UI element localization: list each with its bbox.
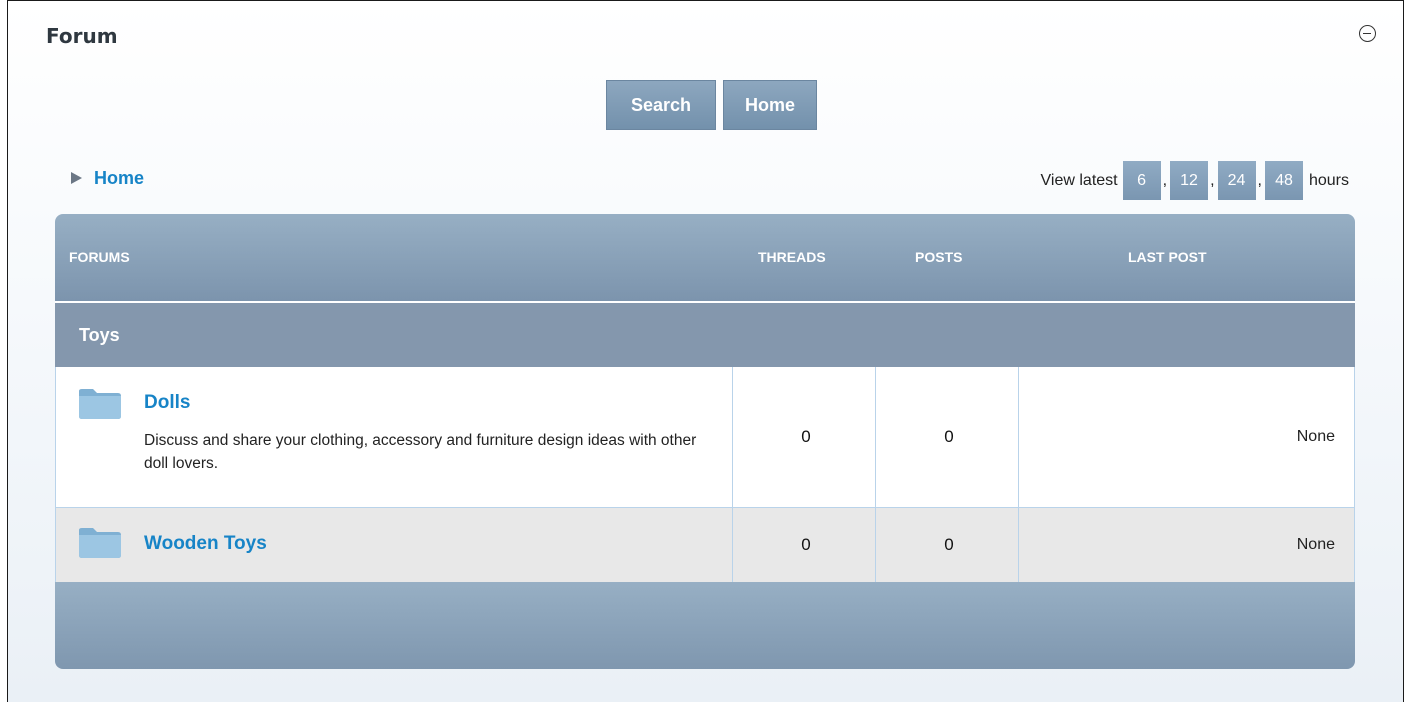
category-row: Toys: [55, 301, 1355, 367]
table-footer: [55, 582, 1355, 669]
latest-48-hours-button[interactable]: 48: [1264, 161, 1303, 200]
last-post: None: [1018, 508, 1355, 582]
posts-count: 0: [875, 367, 1018, 507]
forum-cell: Wooden Toys: [56, 508, 732, 582]
latest-6-hours-button[interactable]: 6: [1122, 161, 1161, 200]
triangle-right-icon: [71, 172, 82, 184]
forum-module: Forum Search Home Home View latest 6 , 1…: [7, 0, 1404, 702]
minus-circle-icon[interactable]: [1359, 25, 1376, 42]
header-threads: THREADS: [758, 249, 826, 265]
posts-count: 0: [875, 508, 1018, 582]
view-latest: View latest 6 , 12 , 24 , 48 hours: [1041, 161, 1349, 200]
hours-label: hours: [1308, 171, 1349, 189]
table-row: Dolls Discuss and share your clothing, a…: [55, 367, 1355, 508]
folder-icon: [79, 528, 121, 558]
header-posts: POSTS: [915, 249, 963, 265]
last-post: None: [1018, 367, 1355, 507]
breadcrumb-home-link[interactable]: Home: [94, 168, 144, 189]
threads-count: 0: [732, 508, 875, 582]
forum-description: Discuss and share your clothing, accesso…: [144, 432, 697, 472]
threads-count: 0: [732, 367, 875, 507]
search-button[interactable]: Search: [606, 80, 716, 130]
separator: ,: [1210, 171, 1215, 189]
latest-24-hours-button[interactable]: 24: [1217, 161, 1256, 200]
forum-link-dolls[interactable]: Dolls: [144, 392, 190, 414]
category-title: Toys: [79, 325, 120, 345]
separator: ,: [1257, 171, 1262, 189]
latest-12-hours-button[interactable]: 12: [1170, 161, 1209, 200]
folder-icon: [79, 389, 121, 419]
header-last-post: LAST POST: [1128, 249, 1207, 265]
forum-cell: Dolls Discuss and share your clothing, a…: [56, 367, 732, 507]
forum-link-wooden-toys[interactable]: Wooden Toys: [144, 533, 267, 555]
home-button[interactable]: Home: [723, 80, 817, 130]
separator: ,: [1162, 171, 1168, 189]
table-row: Wooden Toys 0 0 None: [55, 508, 1355, 582]
table-header: FORUMS THREADS POSTS LAST POST: [55, 214, 1355, 301]
module-title: Forum: [46, 24, 118, 48]
header-forums: FORUMS: [69, 249, 130, 265]
view-latest-label: View latest: [1040, 171, 1118, 189]
forum-table: FORUMS THREADS POSTS LAST POST Toys Doll…: [55, 214, 1355, 669]
